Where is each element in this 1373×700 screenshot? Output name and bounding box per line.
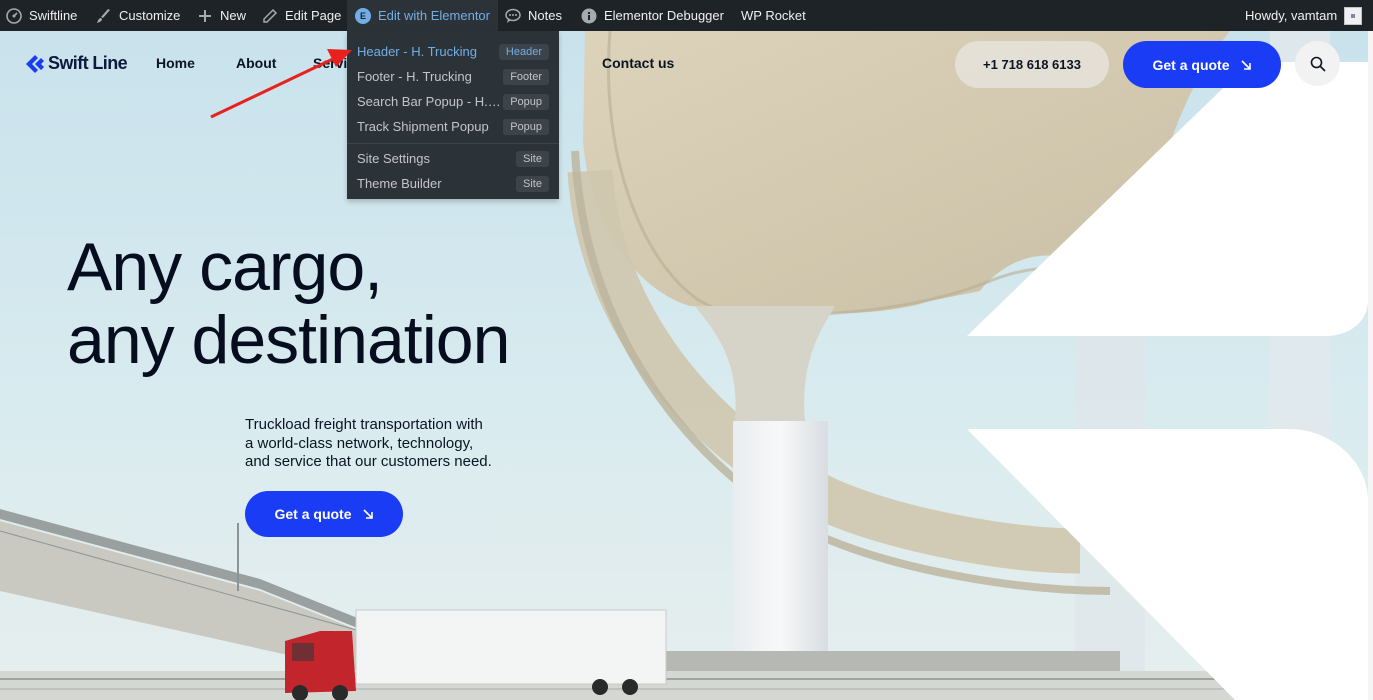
hero-title-line-1: Any cargo, [67, 229, 383, 305]
menu-item-label: Header - H. Trucking [357, 44, 477, 59]
avatar [1344, 6, 1363, 25]
admin-site-name[interactable]: Swiftline [6, 0, 77, 31]
menu-item-site-settings[interactable]: Site Settings Site [347, 146, 559, 171]
hero-desc-line-2: a world-class network, technology, [245, 434, 474, 452]
elementor-dropdown-menu: Header - H. Trucking Header Footer - H. … [347, 31, 559, 199]
hero-get-quote-button[interactable]: Get a quote [245, 491, 403, 537]
menu-item-label: Search Bar Popup - H. Trucking [357, 94, 502, 109]
site-header: Swift Line Home About Services Contact u… [0, 31, 1373, 97]
template-type-badge: Header [498, 43, 549, 60]
template-type-badge: Footer [503, 68, 549, 85]
elementor-icon: E [355, 7, 371, 24]
menu-item-footer-template[interactable]: Footer - H. Trucking Footer [347, 64, 559, 89]
menu-item-track-shipment-popup[interactable]: Track Shipment Popup Popup [347, 114, 559, 139]
hero-description: Truckload freight transportation with a … [245, 416, 525, 472]
menu-item-theme-builder[interactable]: Theme Builder Site [347, 171, 559, 196]
admin-howdy-label: Howdy, vamtam [1245, 8, 1338, 23]
nav-home[interactable]: Home [156, 55, 195, 71]
search-button[interactable] [1295, 41, 1340, 86]
template-type-badge: Popup [503, 93, 549, 110]
dashboard-icon [6, 7, 22, 24]
admin-wp-rocket[interactable]: WP Rocket [741, 0, 806, 31]
admin-wp-rocket-label: WP Rocket [741, 8, 806, 23]
logo-text: Swift Line [48, 53, 128, 73]
admin-site-name-label: Swiftline [29, 8, 78, 23]
arrow-down-right-icon [362, 509, 373, 519]
brush-icon [97, 8, 110, 23]
admin-edit-page-label: Edit Page [285, 8, 342, 23]
info-icon [581, 8, 597, 23]
wp-admin-bar: Swiftline Customize New Edit Page E Edit… [0, 0, 1373, 31]
admin-new-label: New [220, 8, 247, 23]
template-type-badge: Popup [503, 118, 549, 135]
admin-elementor-debugger-label: Elementor Debugger [604, 8, 724, 23]
menu-divider [347, 143, 559, 144]
scrollbar-track[interactable] [1368, 31, 1373, 700]
plus-icon [199, 9, 211, 22]
admin-edit-with-elementor-label: Edit with Elementor [378, 8, 490, 23]
admin-notes[interactable]: Notes [505, 0, 562, 31]
menu-item-search-popup[interactable]: Search Bar Popup - H. Trucking Popup [347, 89, 559, 114]
admin-edit-page[interactable]: Edit Page [262, 0, 341, 31]
site-logo[interactable]: Swift Line [25, 53, 128, 74]
admin-edit-with-elementor[interactable]: E Edit with Elementor [347, 0, 498, 31]
nav-about[interactable]: About [236, 55, 276, 71]
menu-item-label: Site Settings [357, 151, 430, 166]
menu-item-header-template[interactable]: Header - H. Trucking Header [347, 39, 559, 64]
admin-elementor-debugger[interactable]: Elementor Debugger [581, 0, 724, 31]
template-type-badge: Site [516, 175, 549, 192]
admin-new[interactable]: New [197, 0, 246, 31]
menu-item-label: Footer - H. Trucking [357, 69, 472, 84]
nav-contact-us[interactable]: Contact us [602, 55, 674, 71]
hero-desc-line-1: Truckload freight transportation with [245, 416, 483, 433]
phone-number: +1 718 618 6133 [983, 57, 1081, 72]
hero-title-line-2: any destination [67, 302, 510, 378]
template-type-badge: Site [516, 150, 549, 167]
admin-customize-label: Customize [119, 8, 181, 23]
hero-desc-line-3: and service that our customers need. [245, 453, 492, 470]
search-icon [1310, 56, 1326, 72]
menu-item-label: Track Shipment Popup [357, 119, 489, 134]
admin-notes-label: Notes [528, 8, 562, 23]
get-quote-label: Get a quote [1152, 56, 1230, 73]
arrow-down-right-icon [1240, 59, 1251, 70]
admin-my-account[interactable]: Howdy, vamtam [1245, 0, 1363, 31]
admin-customize[interactable]: Customize [96, 0, 180, 31]
speech-bubble-icon [505, 8, 521, 23]
menu-item-label: Theme Builder [357, 176, 442, 191]
header-get-quote-button[interactable]: Get a quote [1123, 41, 1281, 88]
hero-cta-label: Get a quote [274, 506, 352, 522]
pencil-icon [263, 8, 278, 23]
swift-line-logo-icon [26, 54, 44, 73]
phone-button[interactable]: +1 718 618 6133 [955, 41, 1109, 88]
hero-title: Any cargo, any destination [67, 229, 510, 378]
